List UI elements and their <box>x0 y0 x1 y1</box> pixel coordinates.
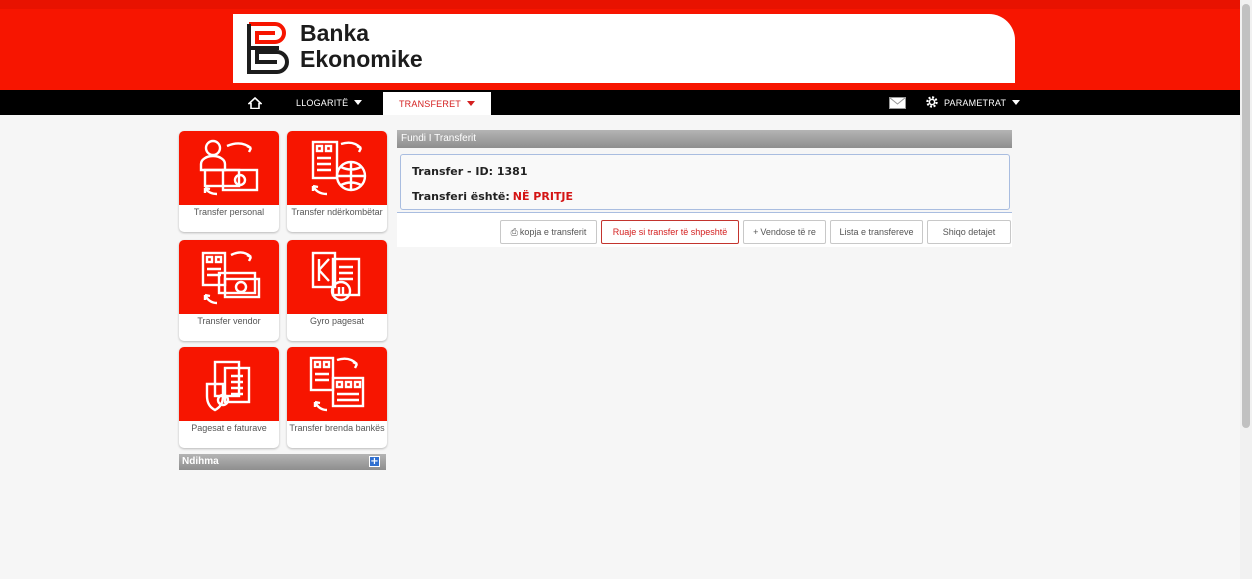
copy-transfer-button[interactable]: ⎙ kopja e transferit <box>500 220 597 244</box>
page-scrollbar[interactable] <box>1240 0 1252 579</box>
tile-art <box>179 131 279 205</box>
status-value: NË PRITJE <box>512 190 574 203</box>
bank-to-bank-icon <box>309 356 365 412</box>
header-bar: Banka Ekonomike <box>0 0 1240 90</box>
tile-label: Gyro pagesat <box>309 316 365 326</box>
giro-document-icon <box>311 251 361 302</box>
new-transfer-button[interactable]: + Vendose të re <box>743 220 826 244</box>
transfer-id: Transfer - ID: 1381 <box>412 165 528 178</box>
button-label: Vendose të re <box>760 227 816 237</box>
button-label: Shiqo detajet <box>942 227 996 237</box>
nav-item-parametrat[interactable]: PARAMETRAT <box>944 90 1021 115</box>
tile-transfer-personal[interactable]: Transfer personal <box>179 131 279 232</box>
print-icon: ⎙ <box>510 226 518 237</box>
bank-logo-icon <box>247 22 289 74</box>
gear-icon[interactable] <box>925 95 939 109</box>
mail-icon[interactable] <box>889 97 906 109</box>
tile-transfer-nderkombetar[interactable]: Transfer ndërkombëtar <box>287 131 387 232</box>
nav-item-transferet[interactable]: TRANSFERET <box>383 92 491 115</box>
invoice-shield-icon <box>205 360 251 412</box>
status-label: Transferi është: <box>412 190 510 203</box>
bank-globe-icon <box>311 140 367 196</box>
tile-label: Transfer brenda bankës <box>289 423 385 433</box>
brand-line-2: Ekonomike <box>300 46 423 72</box>
tile-label: Pagesat e faturave <box>191 423 267 433</box>
tile-art <box>287 240 387 314</box>
panel-header: Fundi I Transferit <box>397 130 1012 148</box>
header-stripe <box>0 0 1240 9</box>
nav-item-label: TRANSFERET <box>398 98 461 109</box>
brand-name: Banka Ekonomike <box>300 20 423 72</box>
tile-gyro-pagesat[interactable]: Gyro pagesat <box>287 240 387 341</box>
button-label: kopja e transferit <box>519 227 587 237</box>
nav-item-llogarite[interactable]: LLOGARITË <box>296 90 363 115</box>
tile-art <box>287 131 387 205</box>
transfer-status-line: Transferi është: NË PRITJE <box>412 190 573 203</box>
tile-label: Transfer vendor <box>197 316 261 326</box>
tile-transfer-brenda-bankes[interactable]: Transfer brenda bankës <box>287 347 387 448</box>
help-section-header[interactable]: Ndihma + <box>179 454 386 470</box>
home-icon <box>248 96 262 109</box>
help-title: Ndihma <box>182 456 219 467</box>
panel-title: Fundi I Transferit <box>401 133 477 144</box>
tile-pagesat-faturave[interactable]: Pagesat e faturave <box>179 347 279 448</box>
tile-label: Transfer ndërkombëtar <box>291 207 383 217</box>
plus-icon: + <box>753 227 759 237</box>
brand-line-1: Banka <box>300 20 370 46</box>
nav-home[interactable] <box>240 90 270 115</box>
logo-container[interactable]: Banka Ekonomike <box>233 14 1015 83</box>
view-details-button[interactable]: Shiqo detajet <box>927 220 1011 244</box>
transfer-result-box: Transfer - ID: 1381 Transferi është: NË P… <box>400 154 1010 210</box>
person-money-icon <box>199 139 259 196</box>
button-label: Lista e transfereve <box>839 227 914 237</box>
caret-down-icon <box>467 101 475 106</box>
tile-art <box>179 347 279 421</box>
bank-money-icon <box>201 251 261 305</box>
tile-label: Transfer personal <box>193 207 265 217</box>
tile-transfer-vendor[interactable]: Transfer vendor <box>179 240 279 341</box>
scrollbar-thumb[interactable] <box>1242 4 1250 428</box>
tile-art <box>287 347 387 421</box>
tile-art <box>179 240 279 314</box>
nav-item-label: PARAMETRAT <box>944 97 1007 108</box>
main-navigation: LLOGARITË TRANSFERET PARAMETRAT <box>0 90 1240 115</box>
nav-item-label: LLOGARITË <box>296 97 349 108</box>
caret-down-icon <box>354 100 363 105</box>
transfer-list-button[interactable]: Lista e transfereve <box>830 220 923 244</box>
save-favorite-transfer-button[interactable]: Ruaje si transfer të shpeshtë <box>601 220 739 244</box>
button-label: Ruaje si transfer të shpeshtë <box>612 227 728 237</box>
caret-down-icon <box>1012 100 1021 105</box>
expand-plus-icon[interactable]: + <box>369 456 380 467</box>
